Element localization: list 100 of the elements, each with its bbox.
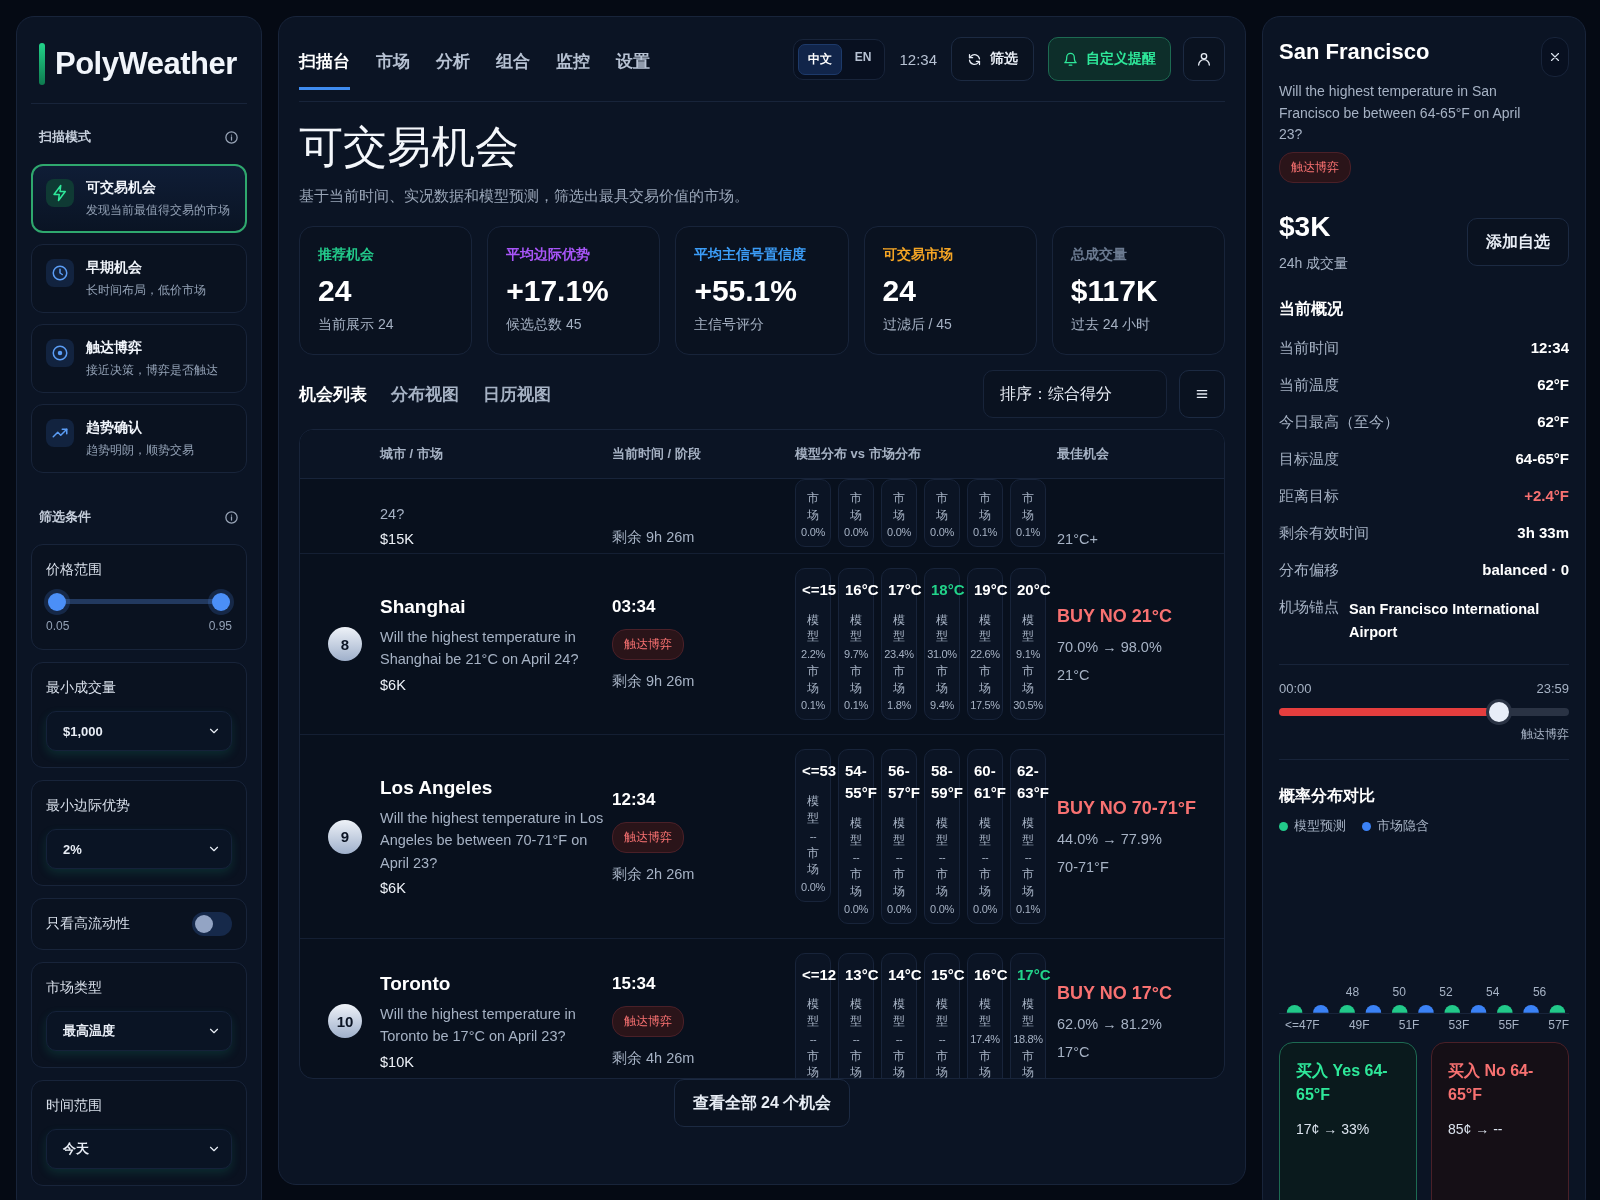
- legend-label: 模型预测: [1294, 817, 1346, 835]
- view-tab[interactable]: 机会列表: [299, 382, 367, 406]
- mode-subtitle: 趋势明朗，顺势交易: [86, 443, 194, 458]
- market-value: 0.0%: [930, 526, 954, 539]
- mode-card[interactable]: 触达博弈 接近决策，博弈是否触达: [31, 324, 247, 393]
- nav-tab[interactable]: 扫描台: [299, 34, 350, 90]
- market-value: 9.4%: [930, 699, 954, 712]
- local-time: 12:34: [612, 789, 657, 810]
- nav-tab[interactable]: 监控: [556, 34, 590, 90]
- market-label: 市场: [979, 491, 991, 523]
- refresh-button[interactable]: 筛选: [951, 37, 1034, 81]
- view-all-button[interactable]: 查看全部 24 个机会: [673, 1079, 851, 1127]
- stat-label: 平均边际优势: [506, 246, 591, 262]
- nav-tab[interactable]: 组合: [496, 34, 530, 90]
- city-name: Toronto: [380, 972, 452, 995]
- alert-button[interactable]: 自定义提醒: [1048, 37, 1171, 81]
- trade-title: 买入 No 64-65°F: [1448, 1061, 1535, 1105]
- mode-title: 可交易机会: [86, 179, 157, 197]
- timeline-start: 00:00: [1279, 681, 1312, 696]
- watchlist-button[interactable]: 添加自选: [1467, 218, 1569, 267]
- rank-badge: 9: [328, 819, 362, 854]
- phase-badge: 触达博弈: [612, 629, 684, 661]
- slider-thumb[interactable]: [211, 593, 230, 611]
- model-label: 模型: [893, 997, 905, 1030]
- model-label: 模型: [979, 997, 991, 1030]
- slider-thumb[interactable]: [48, 593, 67, 611]
- stat-value: $117K: [1070, 274, 1159, 308]
- model-label: 模型: [850, 997, 862, 1030]
- model-value: --: [938, 851, 946, 864]
- slider-thumb[interactable]: [1489, 702, 1510, 722]
- market-label: 市场: [936, 1048, 948, 1078]
- stat-label: 平均主信号置信度: [694, 246, 807, 262]
- target-bucket: 70-71°F: [1057, 859, 1110, 876]
- select-field[interactable]: $1,000: [46, 711, 232, 751]
- best-action: BUY NO 70-71°F: [1057, 798, 1197, 820]
- close-icon: [1548, 50, 1562, 64]
- target-bucket: 17°C: [1057, 1043, 1091, 1060]
- mode-card[interactable]: 趋势确认 趋势明朗，顺势交易: [31, 404, 247, 473]
- user-button[interactable]: [1183, 37, 1225, 81]
- market-question: Will the highest temperature in Toronto be 17°C on April 23?: [380, 1004, 577, 1047]
- mode-card[interactable]: 早期机会 长时间布局，低价市场: [31, 244, 247, 313]
- bin-label: 54-55°F: [845, 761, 875, 804]
- target-bucket: 21°C: [1057, 666, 1091, 683]
- remaining-time: 剩余 4h 26m: [612, 1049, 696, 1069]
- view-tab[interactable]: 分布视图: [391, 382, 459, 406]
- range-slider[interactable]: [48, 593, 230, 611]
- chart-label: 50: [1392, 985, 1406, 999]
- timeline-slider[interactable]: [1279, 702, 1569, 722]
- probability-change: 44.0% → 77.9%: [1057, 831, 1163, 848]
- view-tab[interactable]: 日历视图: [483, 382, 551, 406]
- model-label: 模型: [1022, 815, 1034, 848]
- market-question: Will the highest temperature in Los Angeles be between 70-71°F on April 23?: [380, 808, 605, 873]
- market-value: 0.1%: [973, 526, 997, 539]
- probability-change: 70.0% → 98.0%: [1057, 638, 1163, 655]
- market-label: 市场: [936, 867, 948, 899]
- column-header: 最佳机会: [1057, 445, 1110, 463]
- market-label: 市场: [936, 664, 948, 696]
- remaining-time: 剩余 2h 26m: [612, 864, 696, 884]
- toggle-switch[interactable]: [192, 912, 232, 936]
- market-value: 0.1%: [1016, 902, 1040, 915]
- model-label: 模型: [807, 997, 819, 1030]
- nav-tab[interactable]: 设置: [616, 34, 650, 90]
- info-value: 3h 33m: [1517, 524, 1569, 544]
- info-value: balanced · 0: [1482, 561, 1569, 581]
- model-value: 23.4%: [884, 648, 914, 661]
- market-value: 0.1%: [844, 699, 868, 712]
- model-value: 9.7%: [844, 648, 868, 661]
- info-value: 64-65°F: [1515, 450, 1569, 470]
- info-label: 距离目标: [1279, 487, 1339, 507]
- model-value: --: [895, 1032, 903, 1045]
- probability-change: 62.0% → 81.2%: [1057, 1015, 1163, 1032]
- timeline-end: 23:59: [1536, 681, 1569, 696]
- phase-badge: 触达博弈: [612, 1006, 684, 1038]
- model-label: 模型: [1022, 612, 1034, 645]
- language-option[interactable]: EN: [845, 43, 881, 75]
- stat-label: 可交易市场: [882, 246, 953, 262]
- column-header: 当前时间 / 阶段: [612, 445, 702, 463]
- info-value: 12:34: [1530, 339, 1569, 359]
- close-button[interactable]: [1541, 37, 1569, 77]
- nav-tab[interactable]: 市场: [376, 34, 410, 90]
- sort-dropdown[interactable]: 排序：综合得分: [983, 370, 1167, 418]
- select-field[interactable]: 最高温度: [46, 1011, 232, 1051]
- trade-card[interactable]: 买入 Yes 64-65°F 17¢ → 33%: [1279, 1042, 1417, 1200]
- mode-title: 趋势确认: [86, 419, 143, 437]
- select-field[interactable]: 今天: [46, 1129, 232, 1169]
- model-value: --: [1024, 851, 1032, 864]
- select-field[interactable]: 2%: [46, 829, 232, 869]
- volume-label: 24h 成交量: [1279, 255, 1349, 274]
- best-action: BUY NO 21°C: [1057, 605, 1173, 627]
- stat-value: 24: [882, 274, 917, 308]
- mode-card[interactable]: 可交易机会 发现当前最值得交易的市场: [31, 164, 247, 233]
- nav-tab[interactable]: 分析: [436, 34, 470, 90]
- market-value: 0.1%: [1016, 526, 1040, 539]
- trade-card[interactable]: 买入 No 64-65°F 85¢ → --: [1431, 1042, 1569, 1200]
- bell-icon: [1063, 51, 1078, 67]
- axis-label: 55F: [1498, 1018, 1520, 1032]
- section-title: 筛选条件: [39, 508, 91, 526]
- timeline-label: 触达博弈: [1520, 726, 1569, 743]
- local-time: 15:34: [612, 974, 657, 995]
- language-option[interactable]: 中文: [797, 43, 842, 75]
